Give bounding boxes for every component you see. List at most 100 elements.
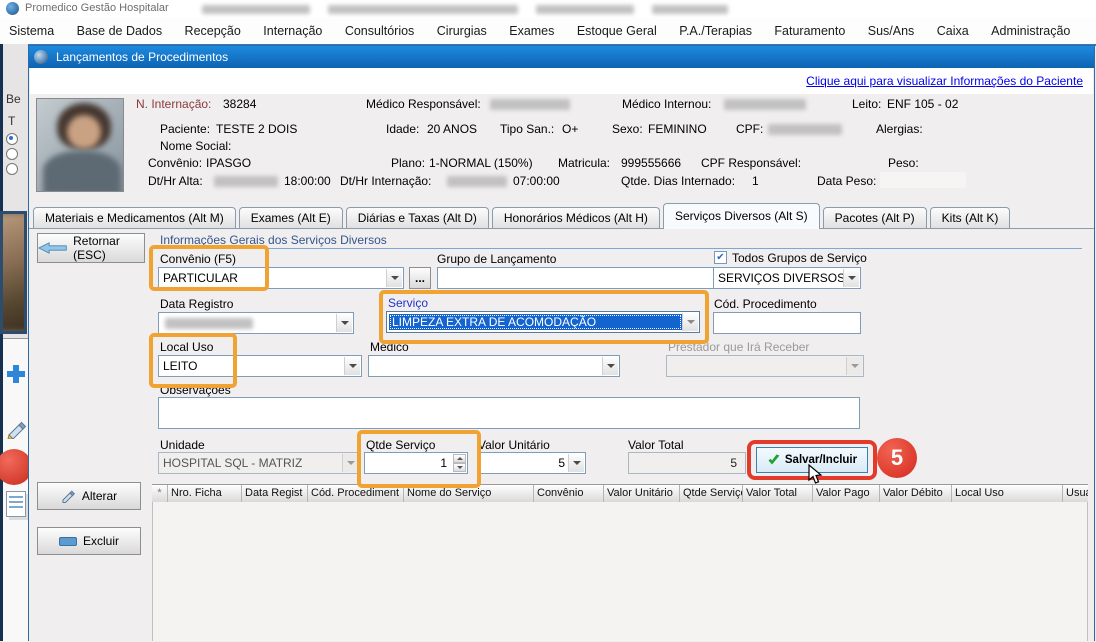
background-radio[interactable] bbox=[6, 163, 18, 175]
background-radio[interactable] bbox=[6, 148, 18, 160]
grid-col-valor-unitario[interactable]: Valor Unitário bbox=[604, 485, 680, 502]
alterar-button[interactable]: Alterar bbox=[37, 482, 141, 510]
menu-internacao[interactable]: Internação bbox=[254, 18, 331, 44]
retornar-button[interactable]: Retornar (ESC) bbox=[37, 233, 145, 263]
redacted-version-text bbox=[652, 5, 728, 14]
background-text-fragment: Be bbox=[6, 92, 21, 106]
background-radio[interactable] bbox=[6, 133, 18, 145]
tab-label: Diárias e Taxas (Alt D) bbox=[358, 211, 477, 225]
cod-procedimento-input[interactable] bbox=[713, 312, 861, 334]
menu-sus-ans[interactable]: Sus/Ans bbox=[859, 18, 924, 44]
tab-pacotes[interactable]: Pacotes (Alt P) bbox=[823, 207, 927, 229]
valor-total-label: Valor Total bbox=[628, 438, 684, 452]
browse-convenio-button[interactable]: ... bbox=[409, 267, 431, 289]
menu-consultorios[interactable]: Consultórios bbox=[336, 18, 423, 44]
background-toolbar bbox=[3, 338, 28, 642]
check-icon: ✔ bbox=[716, 252, 724, 263]
local-uso-value: LEITO bbox=[163, 359, 197, 373]
menu-base-de-dados[interactable]: Base de Dados bbox=[68, 18, 171, 44]
menu-exames[interactable]: Exames bbox=[500, 18, 563, 44]
documents-stack-icon[interactable] bbox=[6, 491, 26, 517]
step-badge: 5 bbox=[877, 438, 917, 478]
excluir-button[interactable]: Excluir bbox=[37, 527, 141, 555]
menu-faturamento[interactable]: Faturamento bbox=[765, 18, 854, 44]
grid-col-label: Nome do Serviço bbox=[407, 487, 491, 499]
cpf-label: CPF: bbox=[736, 122, 763, 136]
redacted-data-internacao bbox=[447, 176, 507, 187]
matricula-value: 999555666 bbox=[621, 156, 681, 170]
grid-col-valor-pago[interactable]: Valor Pago bbox=[813, 485, 880, 502]
background-photo bbox=[0, 214, 27, 331]
patient-info-link[interactable]: Clique aqui para visualizar Informações … bbox=[806, 74, 1083, 88]
dropdown-arrow-icon bbox=[336, 314, 352, 332]
valor-unitario-combobox[interactable]: 5 bbox=[478, 452, 586, 474]
matricula-label: Matricula: bbox=[558, 156, 610, 170]
background-photo-frame bbox=[0, 211, 27, 334]
tab-materiais-medicamentos[interactable]: Materiais e Medicamentos (Alt M) bbox=[33, 207, 236, 229]
idade-value: 20 ANOS bbox=[427, 122, 477, 136]
grid-col-valor-total[interactable]: Valor Total bbox=[743, 485, 813, 502]
menu-cirurgias[interactable]: Cirurgias bbox=[428, 18, 496, 44]
servico-selection: LIMPEZA EXTRA DE ACOMODAÇÃO bbox=[389, 314, 682, 330]
grid-col-nome-servico[interactable]: Nome do Serviço bbox=[404, 485, 534, 502]
background-window-strip: Be T bbox=[0, 44, 28, 641]
grid-col-star[interactable]: * bbox=[152, 485, 168, 502]
background-text-fragment: T bbox=[8, 114, 15, 128]
window-titlebar[interactable]: Lançamentos de Procedimentos bbox=[29, 46, 1094, 68]
tab-exames[interactable]: Exames (Alt E) bbox=[239, 207, 343, 229]
menu-estoque-geral[interactable]: Estoque Geral bbox=[568, 18, 666, 44]
dthr-alta-label: Dt/Hr Alta: bbox=[148, 174, 203, 188]
leito-value: ENF 105 - 02 bbox=[887, 97, 958, 111]
qtde-servico-stepper[interactable]: 1 bbox=[364, 452, 468, 474]
local-uso-combobox[interactable]: LEITO bbox=[158, 355, 362, 377]
grid-col-local-uso[interactable]: Local Uso bbox=[952, 485, 1063, 502]
servico-combobox[interactable]: LIMPEZA EXTRA DE ACOMODAÇÃO bbox=[386, 311, 700, 333]
cod-procedimento-label: Cód. Procedimento bbox=[714, 297, 817, 311]
plano-label: Plano: bbox=[391, 156, 425, 170]
mouse-cursor bbox=[808, 464, 824, 486]
grid-col-label: Valor Total bbox=[746, 487, 797, 499]
redacted-version-text bbox=[536, 5, 634, 14]
tab-servicos-diversos[interactable]: Serviços Diversos (Alt S) bbox=[663, 203, 820, 229]
tipo-san-value: O+ bbox=[562, 122, 578, 136]
menu-recepcao[interactable]: Recepção bbox=[176, 18, 250, 44]
tab-label: Kits (Alt K) bbox=[942, 211, 999, 225]
app-logo-icon bbox=[6, 2, 19, 15]
grupo-lancamento-label: Grupo de Lançamento bbox=[437, 252, 556, 266]
grid-col-qtde-servico[interactable]: Qtde Serviço bbox=[680, 485, 743, 502]
n-internacao-label: N. Internação: bbox=[136, 97, 211, 111]
observacoes-textarea[interactable] bbox=[158, 397, 860, 429]
dropdown-arrow-icon bbox=[602, 357, 618, 375]
grid-col-usuario[interactable]: Usuário bbox=[1063, 485, 1088, 502]
grid-col-cod-procedimento[interactable]: Cód. Procediment bbox=[308, 485, 404, 502]
redacted-version-text bbox=[328, 5, 518, 14]
grid-col-data-registro[interactable]: Data Regist bbox=[242, 485, 308, 502]
menubar: Sistema Base de Dados Recepção Internaçã… bbox=[0, 18, 1096, 46]
screen: { "colors": { "highlight_orange": "#F0A2… bbox=[0, 0, 1096, 641]
grid-col-nro-ficha[interactable]: Nro. Ficha bbox=[168, 485, 242, 502]
todos-grupos-checkbox[interactable]: ✔ bbox=[714, 251, 727, 264]
add-icon[interactable] bbox=[7, 365, 25, 383]
edit-pencil-icon[interactable] bbox=[6, 419, 26, 439]
data-peso-field bbox=[880, 172, 966, 188]
grid-col-label: Convênio bbox=[537, 487, 583, 499]
tab-diarias-taxas[interactable]: Diárias e Taxas (Alt D) bbox=[346, 207, 489, 229]
menu-administracao[interactable]: Administração bbox=[982, 18, 1079, 44]
data-registro-combobox[interactable] bbox=[158, 312, 354, 334]
menu-pa-terapias[interactable]: P.A./Terapias bbox=[670, 18, 761, 44]
results-grid-body[interactable] bbox=[152, 502, 1088, 641]
tab-kits[interactable]: Kits (Alt K) bbox=[930, 207, 1011, 229]
grid-col-valor-debito[interactable]: Valor Débito bbox=[880, 485, 952, 502]
grid-col-convenio[interactable]: Convênio bbox=[534, 485, 604, 502]
app-titlebar: Promedico Gestão Hospitalar bbox=[0, 0, 1096, 18]
peso-label: Peso: bbox=[888, 156, 919, 170]
medico-combobox[interactable] bbox=[368, 355, 620, 377]
convenio-combobox[interactable]: PARTICULAR bbox=[158, 267, 404, 289]
menu-caixa[interactable]: Caixa bbox=[928, 18, 978, 44]
stepper-up-icon[interactable] bbox=[453, 454, 466, 463]
grupo-servico-combobox[interactable]: SERVIÇOS DIVERSOS bbox=[713, 267, 861, 289]
cpf-responsavel-label: CPF Responsável: bbox=[701, 156, 801, 170]
stepper-down-icon[interactable] bbox=[453, 463, 466, 472]
tab-honorarios-medicos[interactable]: Honorários Médicos (Alt H) bbox=[492, 207, 660, 229]
menu-sistema[interactable]: Sistema bbox=[0, 18, 63, 44]
